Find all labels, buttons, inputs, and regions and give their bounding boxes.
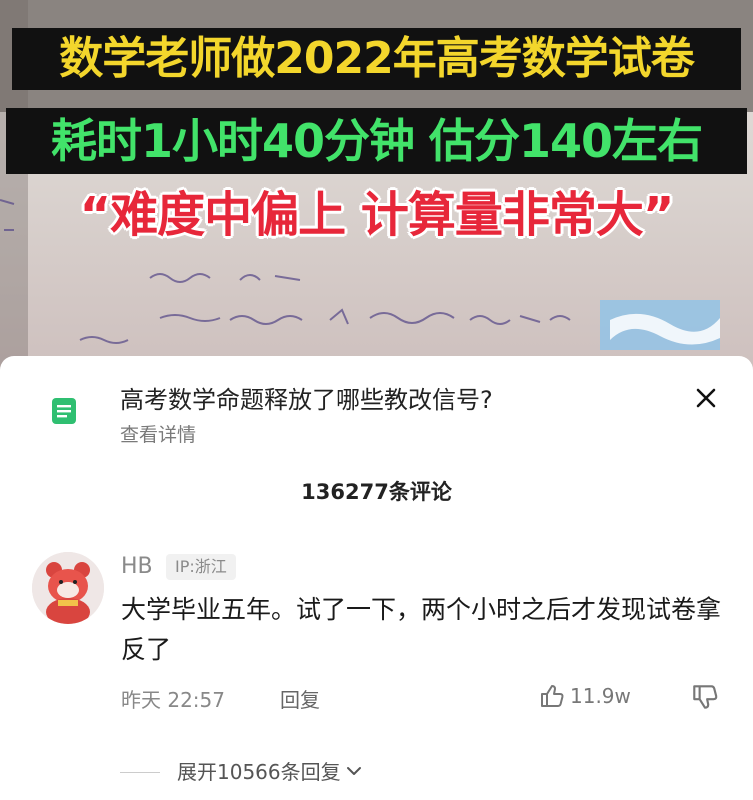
chevron-down-icon (346, 766, 361, 775)
comment-text: 大学毕业五年。试了一下，两个小时之后才发现试卷拿反了 (121, 595, 722, 664)
like-button[interactable]: 11.9w (538, 682, 631, 710)
expand-replies-button[interactable]: 展开10566条回复 (177, 756, 363, 785)
comment-timestamp: 昨天 22:57 (121, 688, 225, 712)
thumbs-up-icon (541, 685, 564, 707)
divider (120, 772, 160, 773)
expand-replies-label: 展开10566条回复 (177, 760, 341, 784)
like-count: 11.9w (570, 684, 631, 708)
close-button[interactable] (690, 382, 722, 414)
video-caption-subtitle: 耗时1小时40分钟 估分140左右 (6, 108, 747, 174)
thumbs-down-icon[interactable] (690, 682, 720, 712)
topic-link-title[interactable]: 高考数学命题释放了哪些教改信号? (120, 380, 493, 415)
video-frame[interactable]: 数学老师做2022年高考数学试卷 耗时1小时40分钟 估分140左右 “难度中偏… (0, 0, 753, 380)
broadcaster-logo-icon (600, 300, 720, 350)
video-caption-quote: “难度中偏上 计算量非常大” (79, 187, 675, 243)
topic-details-link[interactable]: 查看详情 (120, 420, 196, 447)
reply-button[interactable]: 回复 (280, 684, 320, 713)
ip-location-badge: IP:浙江 (166, 554, 236, 580)
close-icon (696, 388, 716, 408)
comment-username[interactable]: HB (121, 554, 153, 579)
comment-count: 136277条评论 (301, 480, 452, 504)
plush-bear-avatar (32, 552, 104, 624)
avatar[interactable] (32, 552, 104, 624)
document-icon (52, 398, 76, 424)
video-caption-title: 数学老师做2022年高考数学试卷 (12, 28, 741, 90)
comment-sheet: 高考数学命题释放了哪些教改信号? 查看详情 136277条评论 HB IP:浙江… (0, 356, 753, 800)
